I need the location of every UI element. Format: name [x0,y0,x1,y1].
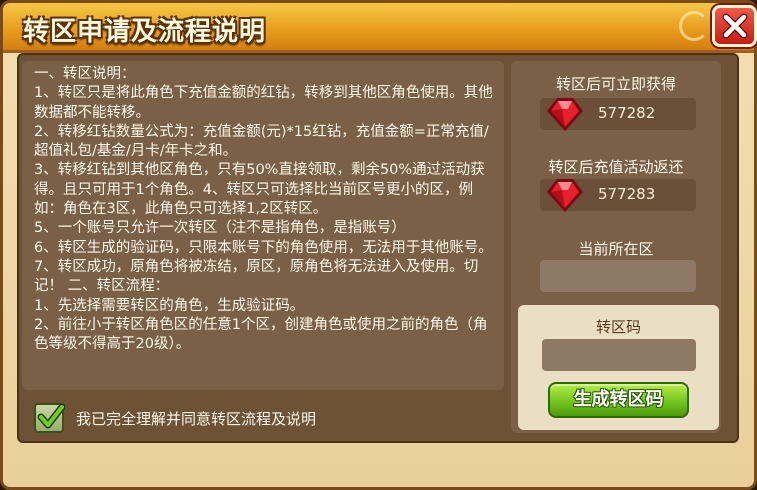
current-zone-box [540,260,696,292]
generate-code-button[interactable]: 生成转区码 [548,382,689,418]
close-icon [722,13,747,39]
transfer-code-field[interactable] [542,339,696,371]
description-panel[interactable]: 一、转区说明： 1、转区只是将此角色下充值金额的红钻，转移到其他区角色使用。其他… [22,61,504,390]
immediate-gain-label: 转区后可立即获得 [555,75,676,93]
current-zone-label: 当前所在区 [578,240,654,258]
swirl-ornament-icon [679,11,709,41]
transfer-code-label: 转区码 [595,318,641,336]
dialog-title: 转区申请及流程说明 [23,17,267,47]
rebate-label: 转区后充值活动返还 [548,158,684,176]
check-icon [37,403,65,429]
description-text: 一、转区说明： 1、转区只是将此角色下充值金额的红钻，转移到其他区角色使用。其他… [34,66,493,353]
close-button[interactable] [712,5,757,47]
agreement-row: 我已完全理解并同意转区流程及说明 [34,403,316,433]
rebate-box: 577283 [540,179,696,212]
agree-checkbox[interactable] [34,403,65,433]
immediate-gain-value: 577282 [598,104,656,122]
rebate-value: 577283 [598,185,656,203]
red-diamond-icon [547,98,583,131]
title-bar: 转区申请及流程说明 [3,3,754,53]
agree-label: 我已完全理解并同意转区流程及说明 [76,409,317,428]
immediate-gain-box: 577282 [540,98,696,131]
red-diamond-icon [547,179,583,212]
